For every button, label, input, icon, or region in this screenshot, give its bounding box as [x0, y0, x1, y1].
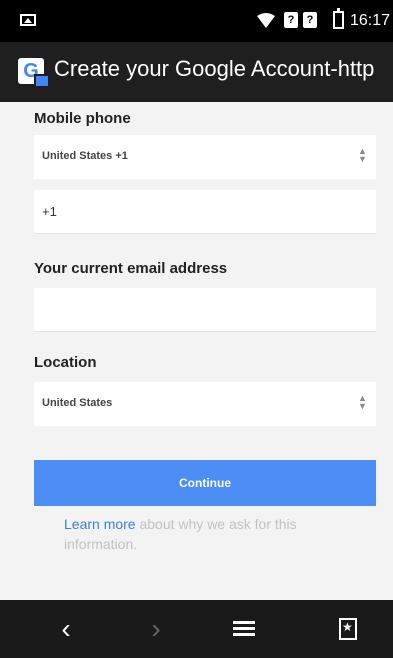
sim-1-icon: ?	[284, 12, 298, 28]
google-signup-icon: G	[18, 58, 50, 88]
bookmark-icon	[339, 618, 357, 640]
chevron-right-icon: ›	[151, 613, 161, 644]
back-button[interactable]: ‹	[48, 612, 84, 646]
help-text: Learn more about why we ask for this inf…	[64, 514, 354, 554]
select-arrows-icon: ▲ ▼	[358, 146, 367, 164]
location-select[interactable]: United States ▲ ▼	[34, 382, 376, 426]
phone-number-input[interactable]: +1	[34, 190, 376, 234]
page-title: Create your Google Account-http	[54, 56, 375, 81]
signup-form: Mobile phone United States +1 ▲ ▼ +1 Your…	[0, 102, 393, 600]
mobile-phone-label: Mobile phone	[34, 110, 131, 127]
learn-more-link[interactable]: Learn more	[64, 516, 136, 532]
image-notification-icon	[20, 14, 36, 26]
location-value: United States	[42, 397, 113, 409]
app-bar: G Create your Google Account-http	[0, 42, 393, 102]
select-arrows-icon: ▲ ▼	[358, 393, 367, 411]
forward-button[interactable]: ›	[138, 612, 174, 646]
tabs-button[interactable]	[233, 612, 269, 646]
country-code-value: United States +1	[42, 150, 128, 162]
sim-2-icon: ?	[303, 12, 317, 28]
wifi-icon	[257, 13, 275, 28]
bookmark-button[interactable]	[330, 612, 366, 646]
continue-button[interactable]: Continue	[34, 460, 376, 506]
battery-icon	[333, 8, 344, 29]
phone-number-value: +1	[42, 204, 57, 219]
clock: 16:17	[350, 12, 391, 29]
country-code-select[interactable]: United States +1 ▲ ▼	[34, 135, 376, 179]
chevron-left-icon: ‹	[61, 613, 71, 644]
status-bar: ? ? 16:17	[0, 0, 393, 42]
browser-nav-bar: ‹ ›	[0, 600, 393, 658]
location-label: Location	[34, 354, 97, 371]
tabs-icon	[233, 618, 255, 640]
email-input[interactable]	[34, 288, 376, 332]
email-label: Your current email address	[34, 260, 228, 277]
